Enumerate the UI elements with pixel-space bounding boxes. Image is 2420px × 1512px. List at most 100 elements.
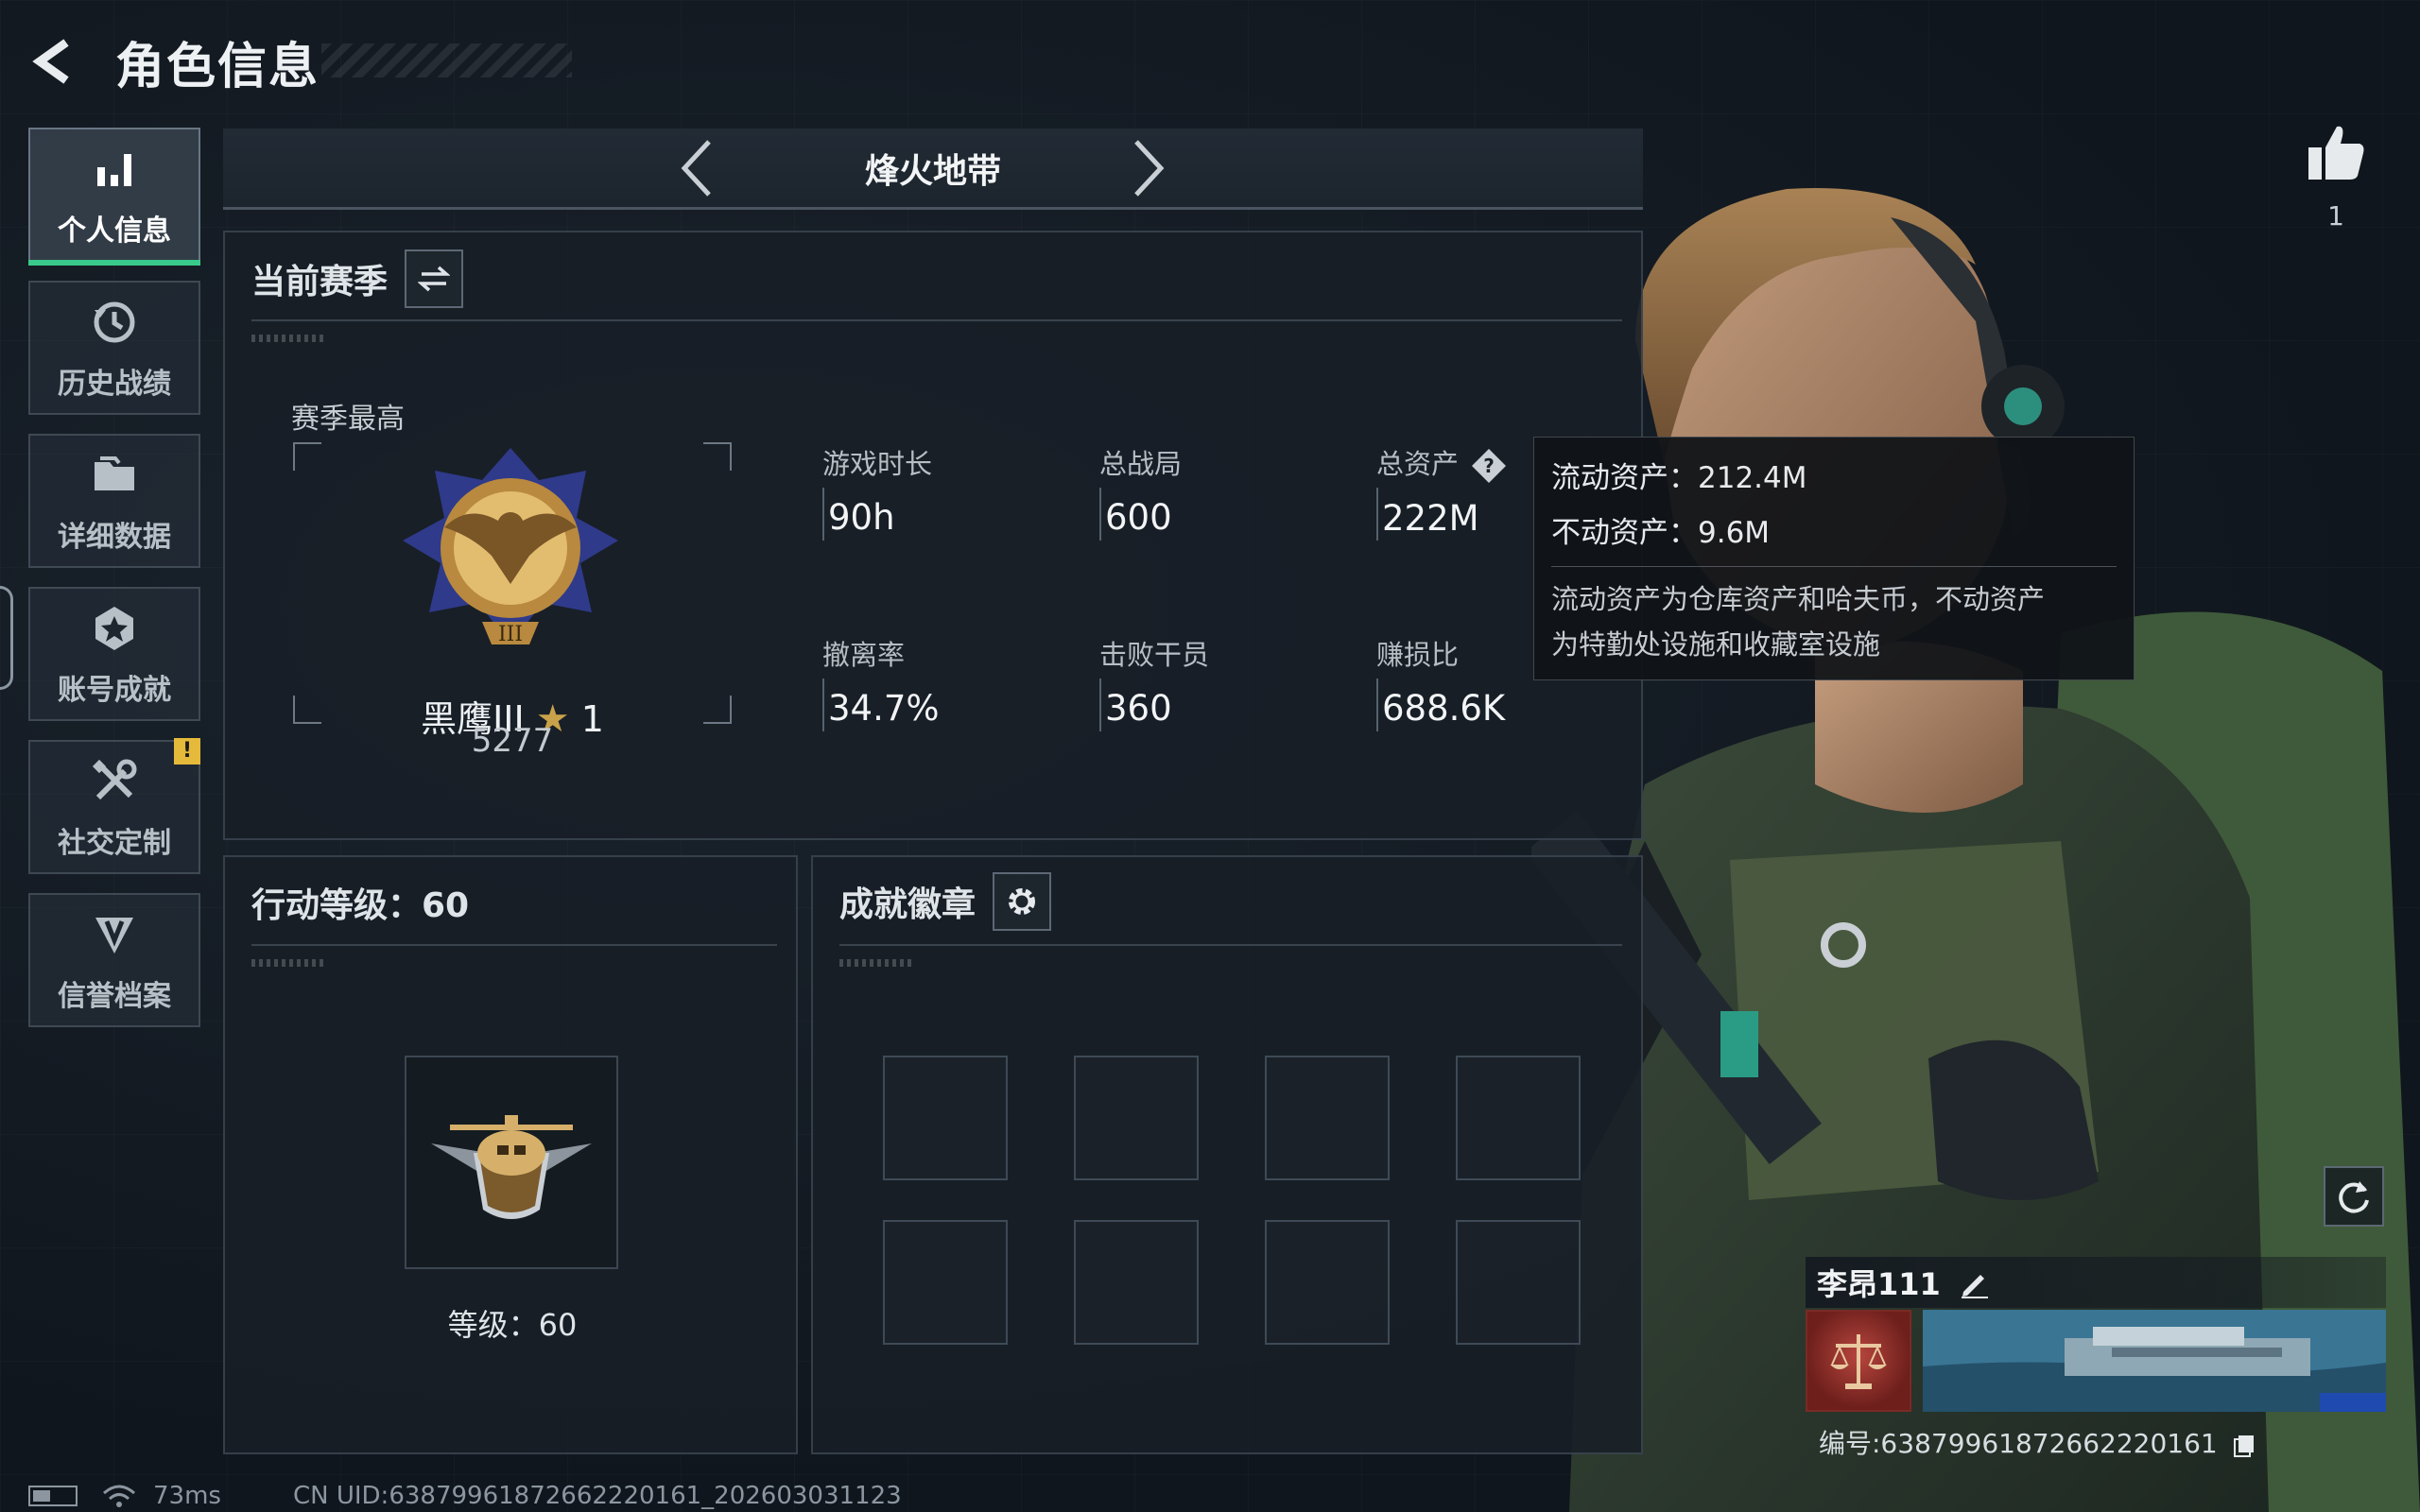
level-emblem[interactable] xyxy=(405,1056,618,1269)
badge-slot[interactable] xyxy=(1074,1220,1199,1345)
divider xyxy=(251,944,777,946)
help-icon[interactable]: ? xyxy=(1472,449,1507,483)
mode-prev-chevron-icon[interactable] xyxy=(667,135,724,201)
sidebar-item-label: 信誉档案 xyxy=(58,980,171,1013)
status-bar: 73ms CN UID:6387996187266222016​1_202603… xyxy=(28,1482,902,1510)
reputation-shield-icon xyxy=(86,906,143,963)
wifi-icon xyxy=(103,1485,135,1507)
mode-next-chevron-icon[interactable] xyxy=(1121,135,1178,201)
divider-decoration xyxy=(251,335,327,342)
season-best-label: 赛季最高 xyxy=(291,403,405,436)
refresh-icon xyxy=(2339,1181,2369,1213)
badge-slot[interactable] xyxy=(1074,1056,1199,1180)
stat-label: 游戏时长 xyxy=(822,448,933,480)
badge-settings-button[interactable] xyxy=(993,872,1052,931)
badge-slot[interactable] xyxy=(1456,1056,1581,1180)
achievement-badge-panel: 成就徽章 xyxy=(811,855,1643,1454)
back-arrow-icon[interactable] xyxy=(28,35,81,88)
avatar[interactable] xyxy=(1806,1310,1911,1412)
ping-text: 73ms xyxy=(153,1482,221,1510)
battery-icon xyxy=(28,1486,78,1506)
badge-slot[interactable] xyxy=(883,1056,1008,1180)
stat-play-time: 游戏时长 90h xyxy=(822,442,1068,541)
uid-text: CN UID:6387996187266222016​1_20260303112… xyxy=(292,1482,902,1510)
sidebar-item-label: 历史战绩 xyxy=(58,368,171,401)
banner-image xyxy=(1923,1310,2386,1412)
badge-slot[interactable] xyxy=(1265,1220,1390,1345)
achievement-star-icon xyxy=(86,600,143,657)
badge-slot[interactable] xyxy=(883,1220,1008,1345)
like-thumb-icon[interactable] xyxy=(2303,119,2369,185)
bar-chart-icon xyxy=(86,141,143,198)
fixed-assets: 不动资产：9.6M xyxy=(1551,516,1771,550)
folder-icon xyxy=(86,447,143,504)
stat-value: 600 xyxy=(1105,497,1172,538)
sidebar-item-label: 个人信息 xyxy=(58,215,171,248)
sidebar-item-label: 账号成就 xyxy=(58,674,171,707)
like-count: 1 xyxy=(2327,200,2344,232)
player-name: 李昂111 xyxy=(1817,1266,1941,1302)
scales-emblem-icon xyxy=(1830,1334,1887,1389)
level-title: 行动等级：60 xyxy=(251,886,470,925)
current-season-panel: 当前赛季 赛季最高 III 黑鹰III ★ 1 5277 游戏时长 90h 总战… xyxy=(223,231,1643,840)
stat-extraction-rate: 撤离率 34.7% xyxy=(822,633,1068,731)
page-title: 角色信息 xyxy=(115,38,320,95)
sidebar-item-social-custom[interactable]: 社交定制 ! xyxy=(28,738,200,874)
badge-title: 成就徽章 xyxy=(839,885,977,924)
player-banner[interactable] xyxy=(1923,1310,2386,1412)
mode-selector: 烽火地带 xyxy=(223,129,1643,210)
sidebar-item-label: 详细数据 xyxy=(58,521,171,554)
tooltip-note-line: 为特勤处设施和收藏室设施 xyxy=(1551,628,1881,661)
season-title: 当前赛季 xyxy=(251,263,389,301)
svg-text:III: III xyxy=(498,623,523,646)
action-level-panel: 行动等级：60 等级：60 xyxy=(223,855,798,1454)
rank-frame: III 黑鹰III ★ 1 xyxy=(293,442,732,741)
stat-value: 688.6K xyxy=(1382,688,1506,729)
stat-value: 34.7% xyxy=(828,688,940,729)
level-text: 等级：60 xyxy=(447,1307,578,1343)
title-decoration xyxy=(321,43,572,77)
badge-slot[interactable] xyxy=(1265,1056,1390,1180)
sidebar-item-account-achievement[interactable]: 账号成就 xyxy=(28,587,200,721)
rank-eagle-emblem-icon: III xyxy=(403,448,618,646)
header: 角色信息 xyxy=(28,28,320,95)
season-switch-button[interactable] xyxy=(405,249,464,308)
sidebar: 个人信息 历史战绩 详细数据 账号成就 社交定制 ! 信誉档案 xyxy=(28,128,200,1046)
sidebar-item-personal-info[interactable]: 个人信息 xyxy=(28,128,200,266)
sidebar-item-history[interactable]: 历史战绩 xyxy=(28,281,200,415)
gear-icon xyxy=(1009,888,1036,915)
rank-score: 5277 xyxy=(471,722,554,760)
swap-icon xyxy=(418,266,451,292)
divider-decoration xyxy=(251,959,327,967)
side-drawer-handle[interactable] xyxy=(0,586,13,690)
player-id: 编号:6387996187266222016​1 xyxy=(1819,1423,2256,1461)
sidebar-item-detail-data[interactable]: 详细数据 xyxy=(28,434,200,568)
divider xyxy=(839,944,1622,946)
helicopter-emblem-icon xyxy=(431,1115,592,1219)
stat-label: 撤离率 xyxy=(822,639,906,671)
tools-icon xyxy=(86,753,143,810)
mode-title: 烽火地带 xyxy=(864,151,1001,191)
stat-value: 360 xyxy=(1105,688,1172,729)
warning-badge: ! xyxy=(174,738,200,765)
edit-pencil-icon[interactable] xyxy=(1958,1265,1992,1299)
sidebar-item-label: 社交定制 xyxy=(58,827,171,860)
copy-icon[interactable] xyxy=(2232,1433,2256,1457)
badge-slot[interactable] xyxy=(1456,1220,1581,1345)
stat-operators-defeated: 击败干员 360 xyxy=(1099,633,1345,731)
player-card: 李昂111 编号:6387996187266222016​1 xyxy=(1806,1257,2386,1474)
stat-total-matches: 总战局 600 xyxy=(1099,442,1345,541)
panel-header: 当前赛季 xyxy=(251,249,464,308)
history-clock-icon xyxy=(86,294,143,351)
divider xyxy=(251,319,1622,321)
stat-label: 总战局 xyxy=(1099,448,1183,480)
liquid-assets: 流动资产：212.4M xyxy=(1551,461,1807,495)
refresh-button[interactable] xyxy=(2324,1166,2384,1227)
tooltip-note-line: 流动资产为仓库资产和哈夫币，不动资产 xyxy=(1551,583,2046,615)
stat-label: 击败干员 xyxy=(1099,639,1210,671)
player-name-row: 李昂111 xyxy=(1806,1257,2386,1308)
sidebar-item-reputation[interactable]: 信誉档案 xyxy=(28,893,200,1027)
divider-decoration xyxy=(839,959,915,967)
assets-tooltip: 流动资产：212.4M 不动资产：9.6M 流动资产为仓库资产和哈夫币，不动资产… xyxy=(1533,437,2135,680)
stat-value: 90h xyxy=(828,497,895,538)
